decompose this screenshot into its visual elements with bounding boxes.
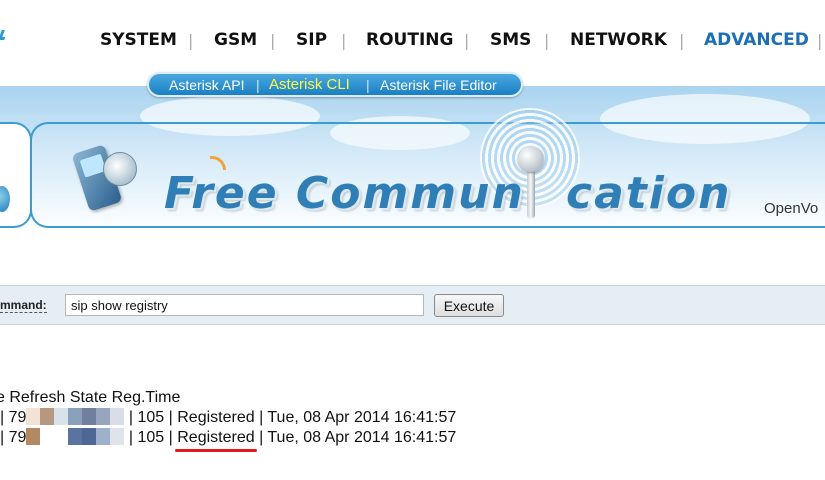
satellite-dish-icon xyxy=(103,152,137,186)
brand-text-part-b: cation xyxy=(566,168,732,219)
row-refresh: 105 xyxy=(137,429,165,446)
nav-gsm[interactable]: GSM xyxy=(214,30,257,50)
sub-menu: Asterisk API | Asterisk CLI | Asterisk F… xyxy=(147,72,523,97)
redacted-block xyxy=(40,428,55,445)
command-output: e Refresh State Reg.Time | 79 | 105 | Re… xyxy=(0,388,457,452)
row-prefix: | 79 xyxy=(0,429,27,446)
row-state-highlighted: Registered xyxy=(175,428,257,452)
redacted-block xyxy=(54,408,69,425)
command-label: mmand: xyxy=(0,298,47,313)
brand-side-text: OpenVo xyxy=(764,200,819,217)
nav-separator: | xyxy=(270,31,276,50)
redacted-block xyxy=(96,408,111,425)
nav-separator: | xyxy=(544,31,550,50)
submenu-asterisk-api[interactable]: Asterisk API xyxy=(169,77,244,93)
nav-sip[interactable]: SIP xyxy=(296,30,327,50)
redacted-block xyxy=(82,428,97,445)
main-menu: SYSTEM | GSM | SIP | ROUTING | SMS | NET… xyxy=(95,30,825,52)
redacted-block xyxy=(110,408,125,425)
row-reg-time: Tue, 08 Apr 2014 16:41:57 xyxy=(267,429,457,446)
output-header: e Refresh State Reg.Time xyxy=(0,389,181,406)
command-bar: mmand: Execute xyxy=(0,285,825,325)
execute-button[interactable]: Execute xyxy=(434,294,504,317)
nav-separator: | xyxy=(188,31,194,50)
redacted-block xyxy=(68,428,83,445)
submenu-separator: | xyxy=(366,77,370,93)
row-prefix: | 79 xyxy=(0,409,27,426)
nav-routing[interactable]: ROUTING xyxy=(366,30,453,50)
row-refresh: 105 xyxy=(137,409,165,426)
nav-separator: | xyxy=(817,31,823,50)
redacted-block xyxy=(26,408,41,425)
top-navigation: SYSTEM | GSM | SIP | ROUTING | SMS | NET… xyxy=(0,0,825,76)
banner-left-panel xyxy=(0,122,32,228)
redacted-block xyxy=(68,408,83,425)
antenna-stem-icon xyxy=(527,170,535,218)
redacted-block xyxy=(26,428,41,445)
redacted-block xyxy=(54,428,69,445)
submenu-asterisk-file-editor[interactable]: Asterisk File Editor xyxy=(380,77,497,93)
header-banner: Free Commun cation OpenVo xyxy=(0,86,825,232)
nav-system[interactable]: SYSTEM xyxy=(100,30,177,50)
submenu-separator: | xyxy=(256,77,260,93)
command-input[interactable] xyxy=(65,294,424,316)
redacted-block xyxy=(82,408,97,425)
submenu-asterisk-cli[interactable]: Asterisk CLI xyxy=(269,76,350,93)
nav-advanced[interactable]: ADVANCED xyxy=(704,30,809,50)
row-state: Registered xyxy=(177,409,255,426)
redacted-block xyxy=(40,408,55,425)
nav-separator: | xyxy=(679,31,685,50)
red-underline-mark xyxy=(175,449,257,452)
nav-separator: | xyxy=(464,31,470,50)
output-row: | 79 | 105 | Registered | Tue, 08 Apr 20… xyxy=(0,428,457,452)
redacted-block xyxy=(110,428,125,445)
nav-sms[interactable]: SMS xyxy=(490,30,531,50)
nav-separator: | xyxy=(341,31,347,50)
row-reg-time: Tue, 08 Apr 2014 16:41:57 xyxy=(267,409,457,426)
redacted-block xyxy=(96,428,111,445)
output-row: | 79 | 105 | Registered | Tue, 08 Apr 20… xyxy=(0,408,457,426)
logo-fragment-icon xyxy=(0,30,8,40)
nav-network[interactable]: NETWORK xyxy=(570,30,667,50)
brand-text-part-a: Free Commun xyxy=(164,168,525,219)
